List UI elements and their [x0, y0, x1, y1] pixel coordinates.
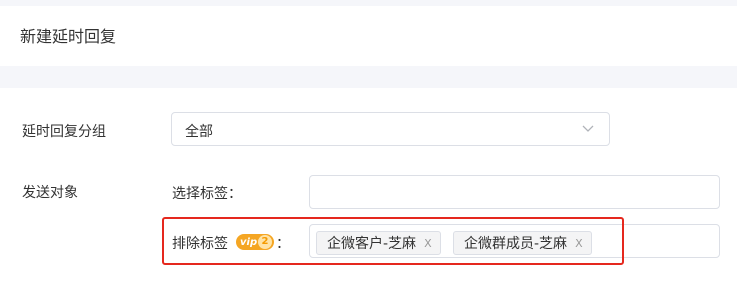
vip-badge: vip 2 [236, 234, 274, 250]
exclude-tags-colon: ： [276, 236, 290, 252]
close-icon[interactable]: X [575, 237, 583, 250]
select-tags-label: 选择标签： [172, 186, 242, 202]
exclude-tags-label: 排除标签 [172, 236, 228, 252]
excluded-tag-label: 企微客户-芝麻 [327, 236, 417, 252]
chevron-down-icon [582, 125, 594, 132]
close-icon[interactable]: X [424, 237, 432, 250]
group-select[interactable]: 全部 [171, 112, 610, 146]
page-header: 新建延时回复 [0, 6, 737, 66]
send-target-label: 发送对象 [22, 185, 78, 201]
excluded-tag-label: 企微群成员-芝麻 [464, 236, 568, 252]
exclude-tags-input[interactable]: 企微客户-芝麻 X 企微群成员-芝麻 X [309, 224, 720, 258]
select-tags-input[interactable] [309, 175, 720, 209]
excluded-tag: 企微群成员-芝麻 X [453, 231, 592, 255]
excluded-tag: 企微客户-芝麻 X [316, 231, 441, 255]
vip-text: vip [240, 236, 258, 248]
group-label: 延时回复分组 [22, 124, 106, 140]
vip-level: 2 [258, 235, 272, 249]
page-title: 新建延时回复 [20, 27, 117, 46]
group-select-value: 全部 [185, 124, 213, 140]
